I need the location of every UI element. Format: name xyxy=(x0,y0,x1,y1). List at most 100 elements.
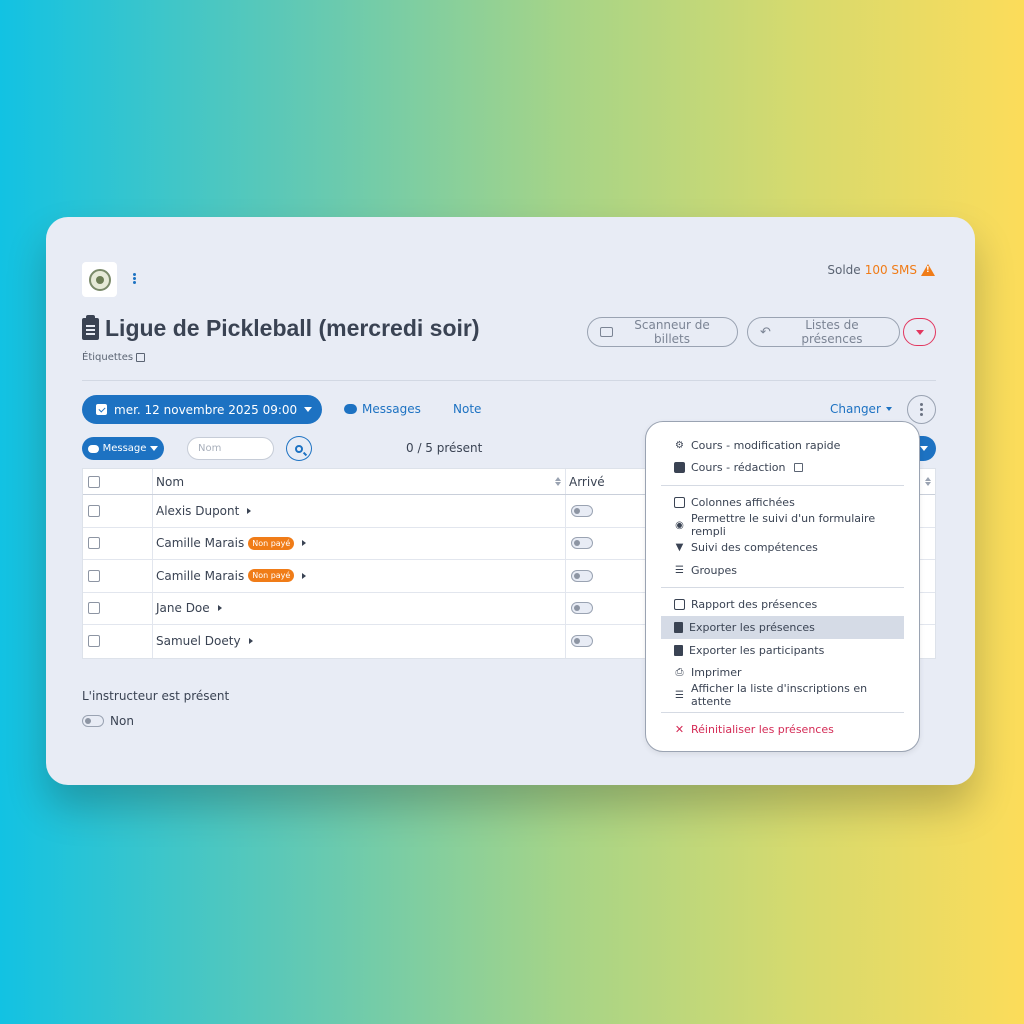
sms-balance-value: 100 SMS xyxy=(864,263,917,277)
instructor-present-control: Non xyxy=(82,714,134,728)
menu-item-groups[interactable]: ☰ Groupes xyxy=(661,559,904,582)
caret-down-icon xyxy=(150,446,159,451)
file-excel-icon xyxy=(674,644,683,656)
warning-icon xyxy=(921,264,935,276)
unpaid-badge: Non payé xyxy=(248,569,295,583)
caret-right-icon[interactable] xyxy=(248,638,253,645)
ticket-icon xyxy=(600,327,614,337)
columns-icon xyxy=(674,496,685,508)
calendar-check-icon xyxy=(96,404,107,415)
options-kebab-button[interactable] xyxy=(907,395,936,424)
row-checkbox[interactable] xyxy=(88,635,100,648)
instructor-present-label: L'instructeur est présent xyxy=(82,689,230,703)
caret-right-icon[interactable] xyxy=(217,605,222,612)
tags-link[interactable]: Étiquettes xyxy=(82,352,146,363)
ticket-scanner-button[interactable]: Scanneur de billets xyxy=(587,317,738,347)
row-checkbox[interactable] xyxy=(88,537,100,550)
page-title-row: Ligue de Pickleball (mercredi soir) xyxy=(82,314,480,342)
note-label: Note xyxy=(453,402,482,416)
caret-down-icon xyxy=(920,446,928,451)
change-label: Changer xyxy=(830,402,881,416)
participant-name[interactable]: Samuel Doety xyxy=(156,634,241,648)
sms-balance: Solde 100 SMS xyxy=(827,263,935,277)
eye-icon: ◉ xyxy=(675,519,684,531)
caret-right-icon[interactable] xyxy=(247,507,252,514)
instructor-present-value: Non xyxy=(110,714,134,728)
messages-label: Messages xyxy=(362,402,421,416)
instructor-present-toggle[interactable] xyxy=(82,715,104,727)
menu-item-waitlist[interactable]: ☰ Afficher la liste d'inscriptions en att… xyxy=(661,682,904,708)
gear-icon: ⚙ xyxy=(675,439,684,451)
organization-logo[interactable] xyxy=(82,262,117,297)
external-link-icon xyxy=(793,463,803,473)
list-icon: ☰ xyxy=(675,564,684,576)
menu-divider xyxy=(661,484,904,486)
sms-balance-label: Solde xyxy=(827,263,861,277)
messages-link[interactable]: Messages xyxy=(344,402,421,416)
ticket-scanner-label: Scanneur de billets xyxy=(634,318,710,346)
row-checkbox[interactable] xyxy=(88,569,100,582)
attendance-lists-label: Listes de présences xyxy=(801,318,863,346)
caret-right-icon[interactable] xyxy=(302,572,307,579)
unpaid-badge: Non payé xyxy=(248,536,295,550)
more-actions-dropdown[interactable] xyxy=(903,318,936,346)
participant-name[interactable]: Jane Doe xyxy=(156,601,210,615)
row-checkbox[interactable] xyxy=(88,602,100,615)
arrived-toggle[interactable] xyxy=(571,504,593,517)
logo-emblem-icon xyxy=(88,268,111,291)
menu-divider xyxy=(661,587,904,589)
list-ul-icon: ☰ xyxy=(675,689,684,701)
arrived-toggle[interactable] xyxy=(571,635,593,648)
arrived-toggle[interactable] xyxy=(571,569,593,582)
page-title: Ligue de Pickleball (mercredi soir) xyxy=(105,315,480,341)
name-search-input[interactable] xyxy=(187,437,274,460)
arrived-toggle[interactable] xyxy=(571,537,593,550)
menu-divider xyxy=(661,712,904,714)
sort-icon[interactable] xyxy=(555,477,561,486)
message-dropdown-button[interactable]: Message xyxy=(82,437,164,460)
menu-item-form-tracking[interactable]: ◉ Permettre le suivi d'un formulaire remp… xyxy=(661,512,904,538)
column-arrived-header[interactable]: Arrivé xyxy=(569,475,605,489)
search-button[interactable] xyxy=(286,436,312,461)
comments-icon xyxy=(344,404,357,414)
participant-name[interactable]: Camille Marais xyxy=(156,536,244,550)
sort-icon[interactable] xyxy=(925,477,931,486)
attendance-lists-button[interactable]: ↶ Listes de présences xyxy=(747,317,900,347)
session-date-select[interactable]: mer. 12 novembre 2025 09:00 xyxy=(82,395,322,424)
reply-icon: ↶ xyxy=(760,324,771,340)
menu-item-columns[interactable]: Colonnes affichées xyxy=(661,491,904,514)
graduation-cap-icon: ▼ xyxy=(675,542,684,554)
note-link[interactable]: Note xyxy=(453,402,481,416)
calendar-icon xyxy=(674,462,685,474)
edit-icon xyxy=(136,353,146,362)
table-icon xyxy=(674,599,685,611)
menu-item-print[interactable]: ⎙ Imprimer xyxy=(661,661,904,684)
file-excel-icon xyxy=(674,621,683,633)
arrived-toggle[interactable] xyxy=(571,602,593,615)
close-icon: ✕ xyxy=(674,723,685,737)
menu-item-export-participants[interactable]: Exporter les participants xyxy=(661,639,904,662)
search-icon xyxy=(295,444,303,453)
org-menu-kebab-icon[interactable] xyxy=(130,272,138,288)
present-count: 0 / 5 présent xyxy=(406,441,483,455)
caret-right-icon[interactable] xyxy=(302,540,307,547)
caret-down-icon xyxy=(304,407,312,412)
menu-item-attendance-report[interactable]: Rapport des présences xyxy=(661,594,904,617)
tags-label: Étiquettes xyxy=(82,352,134,363)
comments-icon xyxy=(87,444,99,453)
menu-item-quick-edit[interactable]: ⚙ Cours - modification rapide xyxy=(661,434,904,457)
participant-name[interactable]: Camille Marais xyxy=(156,569,244,583)
menu-item-skills[interactable]: ▼ Suivi des compétences xyxy=(661,536,904,559)
menu-item-course-edit[interactable]: Cours - rédaction xyxy=(661,457,904,480)
participant-name[interactable]: Alexis Dupont xyxy=(156,504,239,518)
divider xyxy=(82,380,936,381)
message-label: Message xyxy=(102,443,147,454)
row-checkbox[interactable] xyxy=(88,504,100,517)
change-dropdown[interactable]: Changer xyxy=(830,402,892,416)
column-name-header[interactable]: Nom xyxy=(156,475,184,489)
caret-down-icon xyxy=(885,407,892,411)
options-dropdown-menu: ⚙ Cours - modification rapide Cours - réd… xyxy=(645,421,920,752)
select-all-checkbox[interactable] xyxy=(88,475,100,488)
menu-item-reset-attendance[interactable]: ✕ Réinitialiser les présences xyxy=(661,719,904,742)
menu-item-export-attendance[interactable]: Exporter les présences xyxy=(661,616,904,639)
